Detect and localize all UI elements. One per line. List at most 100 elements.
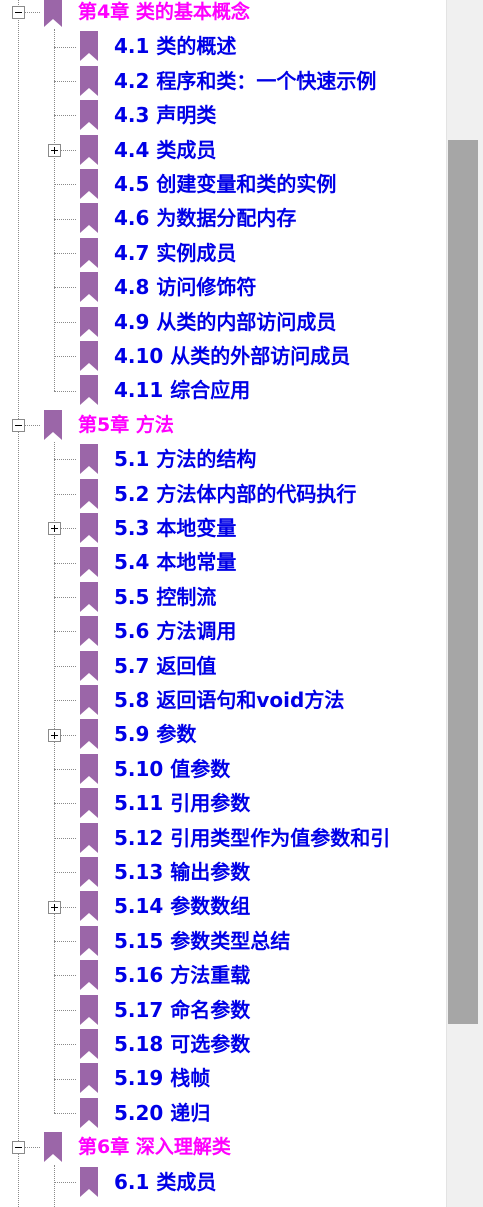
tree-item-section[interactable]: 5.10 值参数 <box>0 752 446 786</box>
tree-connector-line <box>54 562 76 564</box>
tree-item-section[interactable]: 5.13 输出参数 <box>0 855 446 889</box>
section-title: 5.4 本地常量 <box>114 550 237 575</box>
bookmark-icon <box>80 169 98 199</box>
tree-item-section[interactable]: 4.3 声明类 <box>0 98 446 132</box>
tree-connector-line <box>54 872 76 874</box>
bookmark-icon <box>80 31 98 62</box>
tree-connector-line <box>54 1044 76 1046</box>
tree-item-chapter[interactable]: 第4章 类的基本概念 <box>0 0 446 29</box>
vertical-scrollbar[interactable] <box>446 0 483 1207</box>
collapse-minus-icon[interactable] <box>12 1141 25 1155</box>
bookmark-icon <box>80 375 98 406</box>
tree-item-section[interactable]: 5.20 递归 <box>0 1096 446 1130</box>
tree-item-chapter[interactable]: 第6章 深入理解类 <box>0 1130 446 1164</box>
tree-connector-line <box>54 700 76 702</box>
expand-plus-icon[interactable] <box>48 522 61 536</box>
tree-item-section[interactable]: 5.12 引用类型作为值参数和引 <box>0 821 446 855</box>
bookmark-icon <box>80 857 98 887</box>
bookmark-icon <box>80 616 98 647</box>
tree-item-section[interactable]: 5.15 参数类型总结 <box>0 924 446 958</box>
tree-connector-line <box>54 321 76 323</box>
tree-item-section[interactable]: 5.4 本地常量 <box>0 545 446 579</box>
collapse-minus-icon[interactable] <box>12 418 25 432</box>
tree-item-section[interactable]: 5.2 方法体内部的代码执行 <box>0 477 446 511</box>
section-title: 5.2 方法体内部的代码执行 <box>114 481 357 506</box>
bookmark-icon <box>80 513 98 543</box>
bookmark-icon <box>80 100 98 131</box>
section-title: 4.4 类成员 <box>114 137 217 162</box>
tree-connector-line <box>54 803 76 805</box>
tree-item-section[interactable]: 4.10 从类的外部访问成员 <box>0 339 446 373</box>
expand-plus-icon[interactable] <box>48 900 61 914</box>
bookmark-icon <box>80 994 98 1025</box>
section-title: 4.1 类的概述 <box>114 34 237 59</box>
tree-item-chapter[interactable]: 第5章 方法 <box>0 408 446 442</box>
bookmark-icon <box>80 478 98 509</box>
tree-connector-line <box>54 493 76 495</box>
tree-connector-line <box>54 975 76 977</box>
tree-item-section[interactable]: 5.14 参数数组 <box>0 889 446 923</box>
chapter-title: 第5章 方法 <box>78 413 174 436</box>
tree-connector-line <box>54 1112 76 1114</box>
tree-item-section[interactable]: 5.18 可选参数 <box>0 1027 446 1061</box>
section-title: 5.7 返回值 <box>114 653 217 678</box>
bookmark-icon <box>80 203 98 234</box>
chapter-title: 第6章 深入理解类 <box>78 1136 231 1159</box>
tree-connector-line <box>54 287 76 289</box>
section-title: 4.6 为数据分配内存 <box>114 206 297 231</box>
section-title: 5.10 值参数 <box>114 756 231 781</box>
tree-connector-line <box>54 665 76 667</box>
tree-item-section[interactable]: 6.1 类成员 <box>0 1165 446 1199</box>
tree-item-section[interactable]: 5.8 返回语句和void方法 <box>0 683 446 717</box>
tree-item-section[interactable]: 4.5 创建变量和类的实例 <box>0 167 446 201</box>
bookmark-icon <box>80 237 98 268</box>
tree-connector-line <box>54 631 76 633</box>
bookmark-icon <box>80 650 98 681</box>
tree-item-section[interactable]: 4.8 访问修饰符 <box>0 270 446 304</box>
tree-item-section[interactable]: 5.17 命名参数 <box>0 993 446 1027</box>
bookmark-icon <box>44 0 62 27</box>
tree-item-section[interactable]: 5.1 方法的结构 <box>0 442 446 476</box>
tree-item-section[interactable]: 4.2 程序和类：一个快速示例 <box>0 64 446 98</box>
tree-item-section[interactable]: 4.1 类的概述 <box>0 29 446 63</box>
tree-item-section[interactable]: 4.11 综合应用 <box>0 373 446 407</box>
tree-item-section[interactable]: 5.3 本地变量 <box>0 511 446 545</box>
section-title: 5.17 命名参数 <box>114 997 251 1022</box>
expand-plus-icon[interactable] <box>48 143 61 157</box>
tree-item-section[interactable]: 5.5 控制流 <box>0 580 446 614</box>
tree-item-section[interactable]: 5.9 参数 <box>0 717 446 751</box>
section-title: 4.10 从类的外部访问成员 <box>114 344 351 368</box>
bookmark-icon <box>80 719 98 750</box>
bookmark-icon <box>80 925 98 956</box>
tree-item-section[interactable]: 5.6 方法调用 <box>0 614 446 648</box>
bookmark-icon <box>80 547 98 578</box>
tree-connector-line <box>54 459 76 461</box>
section-title: 5.13 输出参数 <box>114 860 251 884</box>
tree-item-section[interactable]: 4.9 从类的内部访问成员 <box>0 305 446 339</box>
bookmark-icon <box>80 272 98 303</box>
collapse-minus-icon[interactable] <box>12 6 25 20</box>
section-title: 4.2 程序和类：一个快速示例 <box>114 68 377 93</box>
tree-item-section[interactable]: 5.11 引用参数 <box>0 786 446 820</box>
tree-item-section[interactable]: 5.16 方法重载 <box>0 958 446 992</box>
tree-item-section[interactable]: 5.19 栈帧 <box>0 1061 446 1095</box>
expand-plus-icon[interactable] <box>48 728 61 742</box>
chapter-title: 第4章 类的基本概念 <box>78 1 250 23</box>
scrollbar-thumb[interactable] <box>448 140 478 1024</box>
tree-connector-line <box>54 80 76 82</box>
bookmark-icon <box>80 306 98 337</box>
tree-item-section[interactable]: 4.4 类成员 <box>0 133 446 167</box>
tree-item-section[interactable]: 4.7 实例成员 <box>0 236 446 270</box>
section-title: 5.12 引用类型作为值参数和引 <box>114 825 391 850</box>
bookmark-icon <box>80 1029 98 1059</box>
tree-connector-line <box>54 596 76 598</box>
tree-item-section[interactable]: 4.6 为数据分配内存 <box>0 201 446 235</box>
tree-connector-line <box>54 1181 76 1183</box>
tree-connector-line <box>54 1078 76 1080</box>
bookmark-icon <box>80 685 98 715</box>
section-title: 5.9 参数 <box>114 722 197 747</box>
tree-connector-line <box>54 46 76 48</box>
bookmark-icon <box>44 1132 62 1163</box>
section-title: 4.5 创建变量和类的实例 <box>114 172 337 196</box>
tree-item-section[interactable]: 5.7 返回值 <box>0 649 446 683</box>
